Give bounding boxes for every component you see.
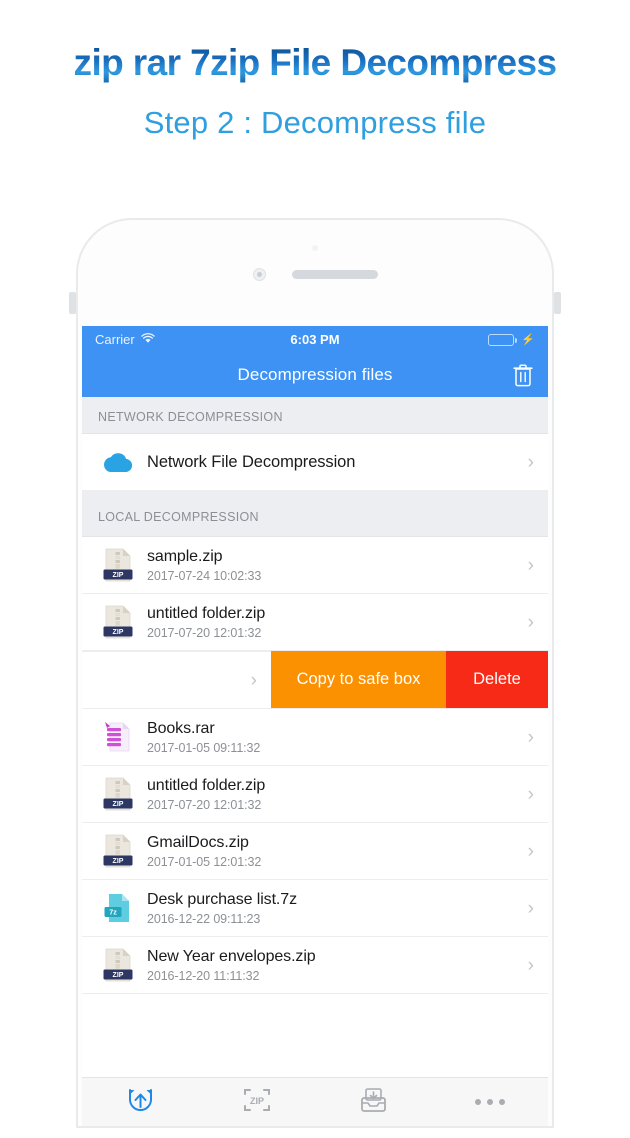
file-timestamp: 2017-07-20 12:01:32 bbox=[147, 625, 262, 640]
svg-text:ZIP: ZIP bbox=[113, 629, 124, 636]
section-header-network: NETWORK DECOMPRESSION bbox=[82, 397, 548, 434]
tab-bar: ZIP bbox=[82, 1077, 548, 1126]
trash-icon[interactable] bbox=[512, 363, 534, 387]
table-row[interactable]: ZIP sample.zip 2017-07-24 10:02:33 › bbox=[82, 537, 548, 594]
decompress-icon bbox=[127, 1087, 154, 1118]
chevron-right-icon: › bbox=[527, 726, 534, 748]
page-subtitle: Step 2 : Decompress file bbox=[143, 104, 487, 140]
file-name: sample.zip bbox=[147, 547, 223, 565]
file-name: Desk purchase list.7z bbox=[147, 890, 297, 908]
zip-file-icon: ZIP bbox=[99, 604, 137, 640]
zip-file-icon: ZIP bbox=[99, 833, 137, 869]
delete-button[interactable]: Delete bbox=[446, 651, 548, 708]
list-item-text: untitled folder.zip 2017-07-20 12:01:32 bbox=[147, 605, 520, 640]
file-list: NETWORK DECOMPRESSION Network File Decom… bbox=[82, 397, 548, 1077]
earpiece-speaker bbox=[291, 270, 378, 279]
file-timestamp: 2017-01-05 12:01:32 bbox=[147, 854, 262, 869]
zip-file-icon: ZIP bbox=[99, 547, 137, 583]
svg-text:ZIP: ZIP bbox=[113, 801, 124, 808]
file-name: GmailDocs.zip bbox=[147, 833, 249, 851]
phone-mockup: Carrier 6:03 PM ⚡ Decompression files NE… bbox=[66, 218, 564, 1138]
front-camera-icon bbox=[252, 268, 266, 281]
sevenz-file-icon: 7z bbox=[99, 891, 137, 925]
list-item-text: GmailDocs.zip 2017-01-05 12:01:32 bbox=[147, 834, 520, 869]
svg-text:ZIP: ZIP bbox=[113, 972, 124, 979]
file-timestamp: 2017-07-20 12:01:32 bbox=[147, 797, 262, 812]
chevron-right-icon: › bbox=[527, 954, 534, 976]
page-title: zip rar 7zip File Decompress bbox=[0, 43, 630, 83]
chevron-right-icon: › bbox=[527, 783, 534, 805]
list-item-network-decompression[interactable]: Network File Decompression › bbox=[82, 434, 548, 491]
carrier-label: Carrier bbox=[95, 332, 135, 347]
copy-to-safe-box-button[interactable]: Copy to safe box bbox=[271, 651, 446, 708]
status-bar-left: Carrier bbox=[95, 332, 155, 347]
chevron-right-icon: › bbox=[527, 451, 534, 473]
list-item-text: Desk purchase list.7z 2016-12-22 09:11:2… bbox=[147, 891, 520, 926]
zip-icon: ZIP bbox=[243, 1087, 271, 1118]
file-timestamp: 2017-01-05 09:11:32 bbox=[147, 740, 261, 755]
svg-text:ZIP: ZIP bbox=[113, 572, 124, 579]
promo-header: zip rar 7zip File Decompress Step 2 : De… bbox=[0, 0, 630, 141]
chevron-right-icon: › bbox=[527, 554, 534, 576]
file-name: untitled folder.zip bbox=[147, 604, 266, 622]
file-timestamp: 2016-12-22 09:11:23 bbox=[147, 911, 261, 926]
chevron-right-icon: › bbox=[527, 840, 534, 862]
file-timestamp: 2016-12-20 11:11:32 bbox=[147, 968, 260, 983]
tab-more[interactable] bbox=[432, 1078, 549, 1126]
file-timestamp: 2017-07-24 10:02:33 bbox=[147, 568, 262, 583]
tab-zip[interactable]: ZIP bbox=[199, 1078, 316, 1126]
table-row[interactable]: ZIP untitled folder.zip 2017-07-20 12:01… bbox=[82, 594, 548, 651]
zip-file-icon: ZIP bbox=[99, 776, 137, 812]
proximity-sensor-icon bbox=[312, 245, 318, 251]
lightning-bolt-icon: ⚡ bbox=[521, 334, 535, 346]
table-row[interactable]: ZIP untitled folder.zip 2017-07-20 12:01… bbox=[82, 766, 548, 823]
wifi-icon bbox=[140, 332, 155, 347]
svg-text:ZIP: ZIP bbox=[250, 1096, 264, 1106]
status-bar-right: ⚡ bbox=[488, 333, 535, 346]
chevron-right-icon: › bbox=[527, 611, 534, 633]
table-row[interactable]: ZIP GmailDocs.zip 2017-01-05 12:01:32 › bbox=[82, 823, 548, 880]
nav-title: Decompression files bbox=[237, 365, 393, 384]
list-item-text: untitled folder.zip 2017-07-20 12:01:32 bbox=[147, 777, 520, 812]
chevron-right-icon: › bbox=[527, 897, 534, 919]
list-item-text: sample.zip 2017-07-24 10:02:33 bbox=[147, 548, 520, 583]
table-row[interactable]: ZIP New Year envelopes.zip 2016-12-20 11… bbox=[82, 937, 548, 994]
file-name: untitled folder.zip bbox=[147, 776, 266, 794]
table-row[interactable]: 7z Desk purchase list.7z 2016-12-22 09:1… bbox=[82, 880, 548, 937]
swiped-row-content[interactable]: › bbox=[82, 651, 271, 708]
list-item-text: Books.rar 2017-01-05 09:11:32 bbox=[147, 720, 520, 755]
list-item-text: Network File Decompression bbox=[147, 453, 520, 472]
archive-inbox-icon bbox=[360, 1087, 387, 1118]
file-name: New Year envelopes.zip bbox=[147, 947, 316, 965]
phone-body: Carrier 6:03 PM ⚡ Decompression files NE… bbox=[76, 218, 554, 1128]
battery-icon bbox=[488, 333, 518, 346]
phone-screen: Carrier 6:03 PM ⚡ Decompression files NE… bbox=[82, 326, 548, 1126]
tab-archive-inbox[interactable] bbox=[315, 1078, 432, 1126]
phone-top-hardware bbox=[78, 268, 552, 281]
navigation-bar: Decompression files bbox=[82, 353, 548, 397]
zip-file-icon: ZIP bbox=[99, 947, 137, 983]
tab-decompress[interactable] bbox=[82, 1078, 199, 1126]
list-item-title: Network File Decompression bbox=[147, 452, 356, 471]
svg-text:7z: 7z bbox=[109, 908, 117, 917]
list-item-text: New Year envelopes.zip 2016-12-20 11:11:… bbox=[147, 948, 520, 983]
table-row[interactable]: Books.rar 2017-01-05 09:11:32 › bbox=[82, 709, 548, 766]
chevron-right-icon: › bbox=[250, 669, 257, 691]
more-dots-icon bbox=[474, 1099, 505, 1105]
status-bar: Carrier 6:03 PM ⚡ bbox=[82, 326, 548, 353]
cloud-icon bbox=[99, 450, 137, 474]
phone-volume-button bbox=[69, 292, 76, 314]
swiped-table-row: › Copy to safe box Delete bbox=[82, 651, 548, 709]
phone-power-button bbox=[554, 292, 561, 314]
file-name: Books.rar bbox=[147, 719, 215, 737]
section-header-local: LOCAL DECOMPRESSION bbox=[82, 491, 548, 537]
svg-text:ZIP: ZIP bbox=[113, 858, 124, 865]
rar-file-icon bbox=[99, 720, 137, 754]
